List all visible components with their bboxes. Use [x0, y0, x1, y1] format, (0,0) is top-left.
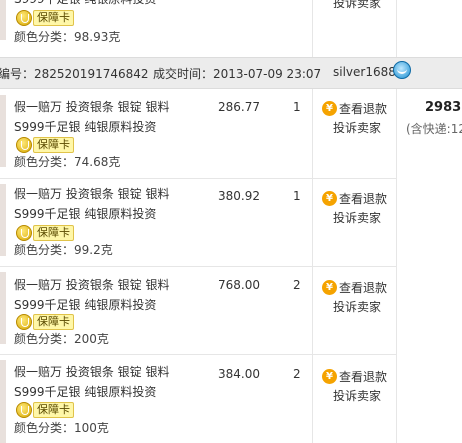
item-actions: ¥ 查看退款 投诉卖家: [322, 98, 402, 138]
guarantee-label: 保障卡: [33, 402, 74, 418]
view-refund-link[interactable]: ¥ 查看退款: [322, 366, 402, 386]
yen-icon: ¥: [322, 279, 337, 295]
product-title-line[interactable]: 假一赔万 投资银条 银锭 银料: [14, 275, 199, 295]
product-thumbnail[interactable]: [0, 0, 6, 40]
product-title-line[interactable]: S999千足银 纯银原料投资: [14, 295, 199, 315]
yen-icon: ¥: [322, 190, 337, 206]
unit-price: 380.92: [218, 189, 260, 203]
product-title-line[interactable]: S999千足银 纯银原料投资: [14, 382, 199, 402]
product-title[interactable]: S999千足银 纯银原料投资: [14, 0, 199, 9]
view-refund-label[interactable]: 查看退款: [339, 368, 387, 385]
row-divider: [0, 178, 396, 179]
product-title[interactable]: 假一赔万 投资银条 银锭 银料 S999千足银 纯银原料投资: [14, 275, 199, 315]
product-title-line[interactable]: 假一赔万 投资银条 银锭 银料: [14, 184, 199, 204]
unit-price: 384.00: [218, 367, 260, 381]
view-refund-link[interactable]: ¥ 查看退款: [322, 188, 402, 208]
chat-icon[interactable]: [393, 61, 411, 79]
order-total: 2983.0: [425, 100, 462, 115]
top-item-actions: 投诉卖家: [322, 0, 402, 13]
unit-price: 768.00: [218, 278, 260, 292]
quantity: 1: [293, 100, 301, 114]
guarantee-label: 保障卡: [33, 225, 74, 241]
complain-seller-link[interactable]: 投诉卖家: [322, 386, 402, 406]
shipping-fee: (含快递:12: [406, 122, 462, 136]
view-refund-link[interactable]: ¥ 查看退款: [322, 277, 402, 297]
guarantee-icon: [16, 402, 32, 418]
view-refund-link[interactable]: ¥ 查看退款: [322, 98, 402, 118]
product-title[interactable]: 假一赔万 投资银条 银锭 银料 S999千足银 纯银原料投资: [14, 184, 199, 224]
quantity: 1: [293, 189, 301, 203]
deal-time: 成交时间：2013-07-09 23:07: [153, 67, 322, 81]
unit-price: 286.77: [218, 100, 260, 114]
guarantee-badge[interactable]: 保障卡: [16, 401, 74, 419]
color-option: 颜色分类：74.68克: [14, 155, 121, 169]
product-title-line[interactable]: 假一赔万 投资银条 银锭 银料: [14, 97, 199, 117]
guarantee-icon: [16, 137, 32, 153]
product-thumbnail[interactable]: [0, 272, 6, 344]
row-divider: [0, 354, 396, 355]
row-divider: [0, 266, 396, 267]
product-title[interactable]: 假一赔万 投资银条 银锭 银料 S999千足银 纯银原料投资: [14, 97, 199, 137]
view-refund-label[interactable]: 查看退款: [339, 100, 387, 117]
complain-seller-link[interactable]: 投诉卖家: [322, 118, 402, 138]
item-actions: ¥ 查看退款 投诉卖家: [322, 366, 402, 406]
order-number: 编号：282520191746842: [0, 67, 149, 81]
view-refund-label[interactable]: 查看退款: [339, 279, 387, 296]
guarantee-badge[interactable]: 保障卡: [16, 313, 74, 331]
product-title-line[interactable]: 假一赔万 投资银条 银锭 银料: [14, 362, 199, 382]
color-option: 颜色分类：200克: [14, 332, 109, 346]
yen-icon: ¥: [322, 100, 337, 116]
guarantee-label: 保障卡: [33, 137, 74, 153]
guarantee-label: 保障卡: [33, 10, 74, 26]
product-title[interactable]: 假一赔万 投资银条 银锭 银料 S999千足银 纯银原料投资: [14, 362, 199, 402]
complain-seller-link[interactable]: 投诉卖家: [322, 297, 402, 317]
seller-name[interactable]: silver1688: [333, 65, 396, 79]
product-thumbnail[interactable]: [0, 184, 6, 256]
color-option: 颜色分类：98.93克: [14, 30, 121, 44]
guarantee-icon: [16, 10, 32, 26]
view-refund-label[interactable]: 查看退款: [339, 190, 387, 207]
product-title-line[interactable]: S999千足银 纯银原料投资: [14, 117, 199, 137]
complain-seller-link[interactable]: 投诉卖家: [322, 0, 402, 13]
guarantee-badge[interactable]: 保障卡: [16, 136, 74, 154]
guarantee-badge[interactable]: 保障卡: [16, 224, 74, 242]
guarantee-icon: [16, 314, 32, 330]
guarantee-icon: [16, 225, 32, 241]
item-actions: ¥ 查看退款 投诉卖家: [322, 277, 402, 317]
color-option: 颜色分类：99.2克: [14, 243, 113, 257]
item-actions: ¥ 查看退款 投诉卖家: [322, 188, 402, 228]
complain-seller-link[interactable]: 投诉卖家: [322, 208, 402, 228]
product-thumbnail[interactable]: [0, 360, 6, 443]
yen-icon: ¥: [322, 368, 337, 384]
quantity: 2: [293, 367, 301, 381]
quantity: 2: [293, 278, 301, 292]
product-thumbnail[interactable]: [0, 95, 6, 167]
guarantee-label: 保障卡: [33, 314, 74, 330]
guarantee-badge[interactable]: 保障卡: [16, 9, 74, 27]
product-title-line[interactable]: S999千足银 纯银原料投资: [14, 204, 199, 224]
color-option: 颜色分类：100克: [14, 421, 109, 435]
